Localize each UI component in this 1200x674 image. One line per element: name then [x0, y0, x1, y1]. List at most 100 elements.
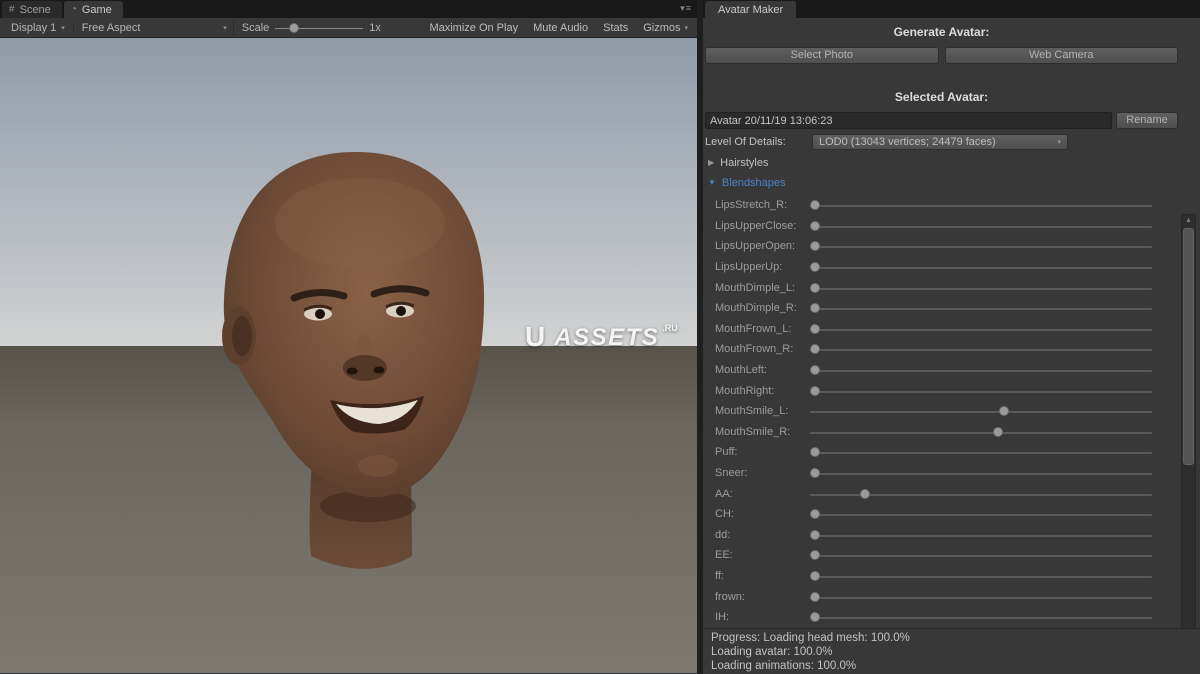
blendshapes-foldout[interactable]: ▼ Blendshapes: [705, 175, 1178, 190]
blendshape-slider[interactable]: [810, 218, 1152, 234]
blendshape-slider-track[interactable]: [810, 226, 1152, 228]
tab-game[interactable]: ◔ Game: [64, 1, 123, 18]
blendshape-slider-track[interactable]: [810, 267, 1152, 269]
blendshape-slider-track[interactable]: [810, 535, 1152, 537]
blendshape-slider[interactable]: [810, 506, 1152, 522]
game-toolbar: Display 1 ▾ Free Aspect ▾ Scale 1x Maxim…: [0, 18, 697, 38]
rename-button[interactable]: Rename: [1116, 112, 1178, 129]
blendshape-slider-thumb[interactable]: [999, 406, 1009, 416]
blendshape-slider-thumb[interactable]: [810, 530, 820, 540]
blendshape-slider-thumb[interactable]: [810, 262, 820, 272]
generate-avatar-header: Generate Avatar:: [705, 25, 1178, 39]
blendshape-slider-track[interactable]: [810, 597, 1152, 599]
blendshape-slider[interactable]: [810, 197, 1152, 213]
blendshape-slider-track[interactable]: [810, 349, 1152, 351]
blendshape-slider[interactable]: [810, 465, 1152, 481]
blendshape-slider-thumb[interactable]: [810, 365, 820, 375]
blendshape-row: MouthLeft:: [705, 360, 1152, 381]
scale-slider[interactable]: [275, 20, 363, 36]
aspect-dropdown[interactable]: Free Aspect ▾: [76, 20, 234, 36]
maximize-on-play-button[interactable]: Maximize On Play: [429, 22, 518, 34]
blendshape-slider[interactable]: [810, 321, 1152, 337]
blendshape-slider-track[interactable]: [810, 391, 1152, 393]
blendshape-slider-track[interactable]: [810, 246, 1152, 248]
game-viewport[interactable]: U ASSETS .RU: [0, 38, 697, 673]
blendshape-slider-thumb[interactable]: [810, 283, 820, 293]
mute-audio-button[interactable]: Mute Audio: [533, 22, 588, 34]
blendshape-slider[interactable]: [810, 424, 1152, 440]
blendshape-slider-track[interactable]: [810, 473, 1152, 475]
blendshape-slider-thumb[interactable]: [810, 241, 820, 251]
blendshape-slider-thumb[interactable]: [810, 550, 820, 560]
blendshape-slider-thumb[interactable]: [810, 344, 820, 354]
blendshape-slider-thumb[interactable]: [810, 612, 820, 622]
blendshape-slider[interactable]: [810, 403, 1152, 419]
blendshape-slider-thumb[interactable]: [810, 571, 820, 581]
blendshape-slider-thumb[interactable]: [810, 303, 820, 313]
blendshape-slider[interactable]: [810, 589, 1152, 605]
blendshape-slider-track[interactable]: [810, 308, 1152, 310]
blendshape-slider-thumb[interactable]: [810, 324, 820, 334]
hairstyles-foldout[interactable]: ▶ Hairstyles: [705, 155, 1178, 170]
blendshape-slider[interactable]: [810, 238, 1152, 254]
blendshape-label: MouthSmile_R:: [705, 426, 810, 438]
scale-slider-thumb[interactable]: [289, 23, 299, 33]
chevron-down-icon: ▾: [684, 24, 688, 32]
blendshape-row: ff:: [705, 566, 1152, 587]
blendshape-slider[interactable]: [810, 527, 1152, 543]
stats-button[interactable]: Stats: [603, 22, 628, 34]
blendshape-slider-thumb[interactable]: [810, 592, 820, 602]
gizmos-dropdown[interactable]: Gizmos ▾: [643, 22, 688, 34]
blendshape-slider-track[interactable]: [810, 452, 1152, 454]
tab-avatar-maker[interactable]: Avatar Maker: [705, 1, 796, 18]
blendshape-slider-thumb[interactable]: [860, 489, 870, 499]
blendshape-slider-track[interactable]: [810, 288, 1152, 290]
blendshape-slider-track[interactable]: [810, 329, 1152, 331]
blendshape-slider-thumb[interactable]: [810, 468, 820, 478]
blendshape-slider-track[interactable]: [810, 370, 1152, 372]
blendshape-slider[interactable]: [810, 486, 1152, 502]
blendshape-slider[interactable]: [810, 300, 1152, 316]
blendshape-slider-track[interactable]: [810, 617, 1152, 619]
blendshape-row: AA:: [705, 483, 1152, 504]
blendshape-slider[interactable]: [810, 568, 1152, 584]
avatar-name-input[interactable]: [705, 112, 1112, 129]
blendshape-slider-thumb[interactable]: [810, 221, 820, 231]
blendshape-slider[interactable]: [810, 280, 1152, 296]
avatar-head-render: [0, 38, 697, 673]
blendshape-slider-thumb[interactable]: [810, 447, 820, 457]
web-camera-button[interactable]: Web Camera: [945, 47, 1179, 64]
select-photo-button[interactable]: Select Photo: [705, 47, 939, 64]
avatar-maker-content: Generate Avatar: Select Photo Web Camera…: [703, 18, 1200, 628]
blendshape-slider-thumb[interactable]: [993, 427, 1003, 437]
tab-scene[interactable]: # Scene: [2, 1, 62, 18]
dropdown-arrows-icon: ▾: [1057, 138, 1061, 146]
lod-dropdown[interactable]: LOD0 (13043 vertices; 24479 faces) ▾: [812, 134, 1068, 150]
blendshape-slider-track[interactable]: [810, 205, 1152, 207]
blendshape-slider[interactable]: [810, 383, 1152, 399]
blendshape-slider[interactable]: [810, 341, 1152, 357]
blendshape-slider-track[interactable]: [810, 411, 1152, 413]
scroll-up-icon[interactable]: ▲: [1182, 217, 1195, 224]
blendshape-slider[interactable]: [810, 547, 1152, 563]
blendshape-slider[interactable]: [810, 362, 1152, 378]
blendshape-slider-thumb[interactable]: [810, 200, 820, 210]
avatar-maker-tab-strip: Avatar Maker: [703, 0, 1200, 18]
blendshape-slider-track[interactable]: [810, 555, 1152, 557]
blendshape-slider-track[interactable]: [810, 432, 1152, 434]
blendshape-row: LipsStretch_R:: [705, 195, 1152, 216]
blendshape-slider-thumb[interactable]: [810, 509, 820, 519]
blendshape-row: MouthSmile_L:: [705, 401, 1152, 422]
scrollbar-thumb[interactable]: [1183, 228, 1194, 465]
display-dropdown[interactable]: Display 1 ▾: [5, 20, 71, 36]
blendshape-scrollbar[interactable]: ▲ ▼: [1181, 214, 1196, 628]
blendshape-slider-thumb[interactable]: [810, 386, 820, 396]
pane-menu-icon[interactable]: ▾≡: [680, 3, 692, 14]
blendshape-slider[interactable]: [810, 609, 1152, 625]
blendshape-slider[interactable]: [810, 444, 1152, 460]
blendshape-slider[interactable]: [810, 259, 1152, 275]
blendshape-slider-track[interactable]: [810, 514, 1152, 516]
lod-value: LOD0 (13043 vertices; 24479 faces): [819, 136, 996, 148]
tab-game-label: Game: [82, 4, 112, 16]
blendshape-slider-track[interactable]: [810, 576, 1152, 578]
